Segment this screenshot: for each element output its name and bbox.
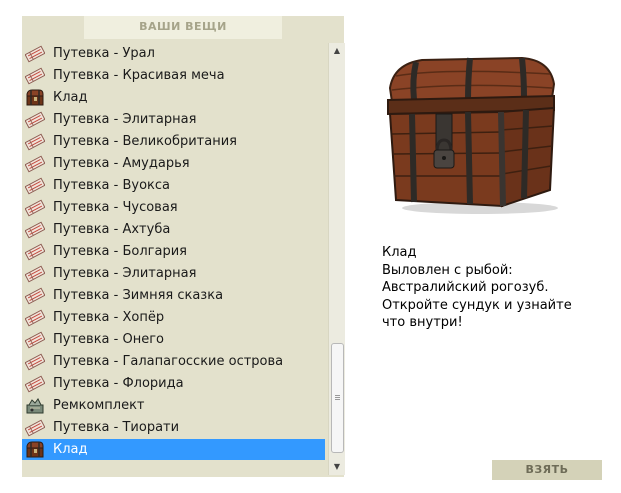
list-item[interactable]: Путевка - Элитарная [22, 263, 325, 284]
ticket-icon [25, 199, 45, 216]
list-item[interactable]: Путевка - Зимняя сказка [22, 285, 325, 306]
ticket-icon [25, 111, 45, 128]
ticket-icon [25, 155, 45, 172]
inventory-panel: ВАШИ ВЕЩИ Путевка - Урал Путевка - Красив… [22, 16, 345, 477]
ticket-icon [25, 67, 45, 84]
list-item-label: Путевка - Чусовая [53, 200, 178, 215]
list-item[interactable]: Путевка - Чусовая [22, 197, 325, 218]
list-item[interactable]: Путевка - Флорида [22, 373, 325, 394]
ticket-icon [25, 243, 45, 260]
list-item[interactable]: Путевка - Великобритания [22, 131, 325, 152]
list-item[interactable]: Путевка - Онего [22, 329, 325, 350]
ticket-icon [25, 287, 45, 304]
list-item[interactable]: Путевка - Красивая меча [22, 65, 325, 86]
ticket-icon [25, 331, 45, 348]
scroll-up-arrow-icon[interactable]: ▲ [329, 43, 345, 59]
ticket-icon [25, 221, 45, 238]
ticket-icon [25, 353, 45, 370]
list-item-selected[interactable]: Клад [22, 439, 325, 460]
ticket-icon [25, 309, 45, 326]
list-item-label: Путевка - Амударья [53, 156, 190, 171]
description-line: Откройте сундук и узнайте [382, 297, 572, 313]
list-item-label: Путевка - Онего [53, 332, 164, 347]
list-item[interactable]: Путевка - Вуокса [22, 175, 325, 196]
list-item-label: Путевка - Великобритания [53, 134, 237, 149]
list-item[interactable]: Клад [22, 87, 325, 108]
list-scrollbar[interactable]: ▲ ▼ [328, 43, 345, 475]
ticket-icon [25, 419, 45, 436]
ticket-icon [25, 133, 45, 150]
item-detail-panel: Клад Выловлен с рыбой: Австралийский рог… [346, 16, 621, 477]
list-item[interactable]: Путевка - Элитарная [22, 109, 325, 130]
inventory-list: Путевка - Урал Путевка - Красивая меча Кла… [22, 43, 328, 477]
treasure-chest-icon [26, 441, 44, 457]
list-item[interactable]: Путевка - Урал [22, 43, 325, 64]
list-item-label: Путевка - Красивая меча [53, 68, 225, 83]
list-item-label: Путевка - Хопёр [53, 310, 165, 325]
list-item-label: Путевка - Тиорати [53, 420, 180, 435]
list-item-label: Путевка - Ахтуба [53, 222, 171, 237]
item-title: Клад [382, 245, 417, 260]
list-item[interactable]: Путевка - Болгария [22, 241, 325, 262]
description-line: Австралийский рогозуб. [382, 280, 549, 295]
list-item-label: Путевка - Урал [53, 46, 155, 61]
scroll-down-arrow-icon[interactable]: ▼ [329, 459, 345, 475]
list-item-label: Клад [53, 442, 88, 457]
list-item-label: Клад [53, 90, 88, 105]
inventory-header: ВАШИ ВЕЩИ [84, 16, 282, 39]
description-line: Выловлен с рыбой: [382, 262, 513, 278]
item-description: Клад Выловлен с рыбой: Австралийский рог… [382, 244, 612, 332]
take-button[interactable]: ВЗЯТЬ [492, 460, 602, 480]
treasure-chest-icon [26, 89, 44, 105]
list-item-label: Путевка - Галапагосские острова [53, 354, 284, 369]
list-item-label: Путевка - Флорида [53, 376, 184, 391]
ticket-icon [25, 177, 45, 194]
list-item-label: Ремкомплект [53, 398, 145, 413]
description-line: что внутри! [382, 315, 463, 330]
scroll-thumb[interactable] [331, 343, 344, 453]
list-item-label: Путевка - Зимняя сказка [53, 288, 224, 303]
list-item-label: Путевка - Болгария [53, 244, 187, 259]
list-item[interactable]: Путевка - Тиорати [22, 417, 325, 438]
list-item-label: Путевка - Вуокса [53, 178, 171, 193]
list-item[interactable]: Путевка - Ахтуба [22, 219, 325, 240]
ticket-icon [25, 45, 45, 62]
list-item[interactable]: Путевка - Амударья [22, 153, 325, 174]
list-item[interactable]: Путевка - Хопёр [22, 307, 325, 328]
list-item[interactable]: Путевка - Галапагосские острова [22, 351, 325, 372]
list-item-label: Путевка - Элитарная [53, 266, 197, 281]
list-item[interactable]: Ремкомплект [22, 395, 325, 416]
ticket-icon [25, 265, 45, 282]
ticket-icon [25, 375, 45, 392]
treasure-chest-image [387, 56, 558, 214]
repair-kit-icon [26, 397, 44, 413]
list-item-label: Путевка - Элитарная [53, 112, 197, 127]
